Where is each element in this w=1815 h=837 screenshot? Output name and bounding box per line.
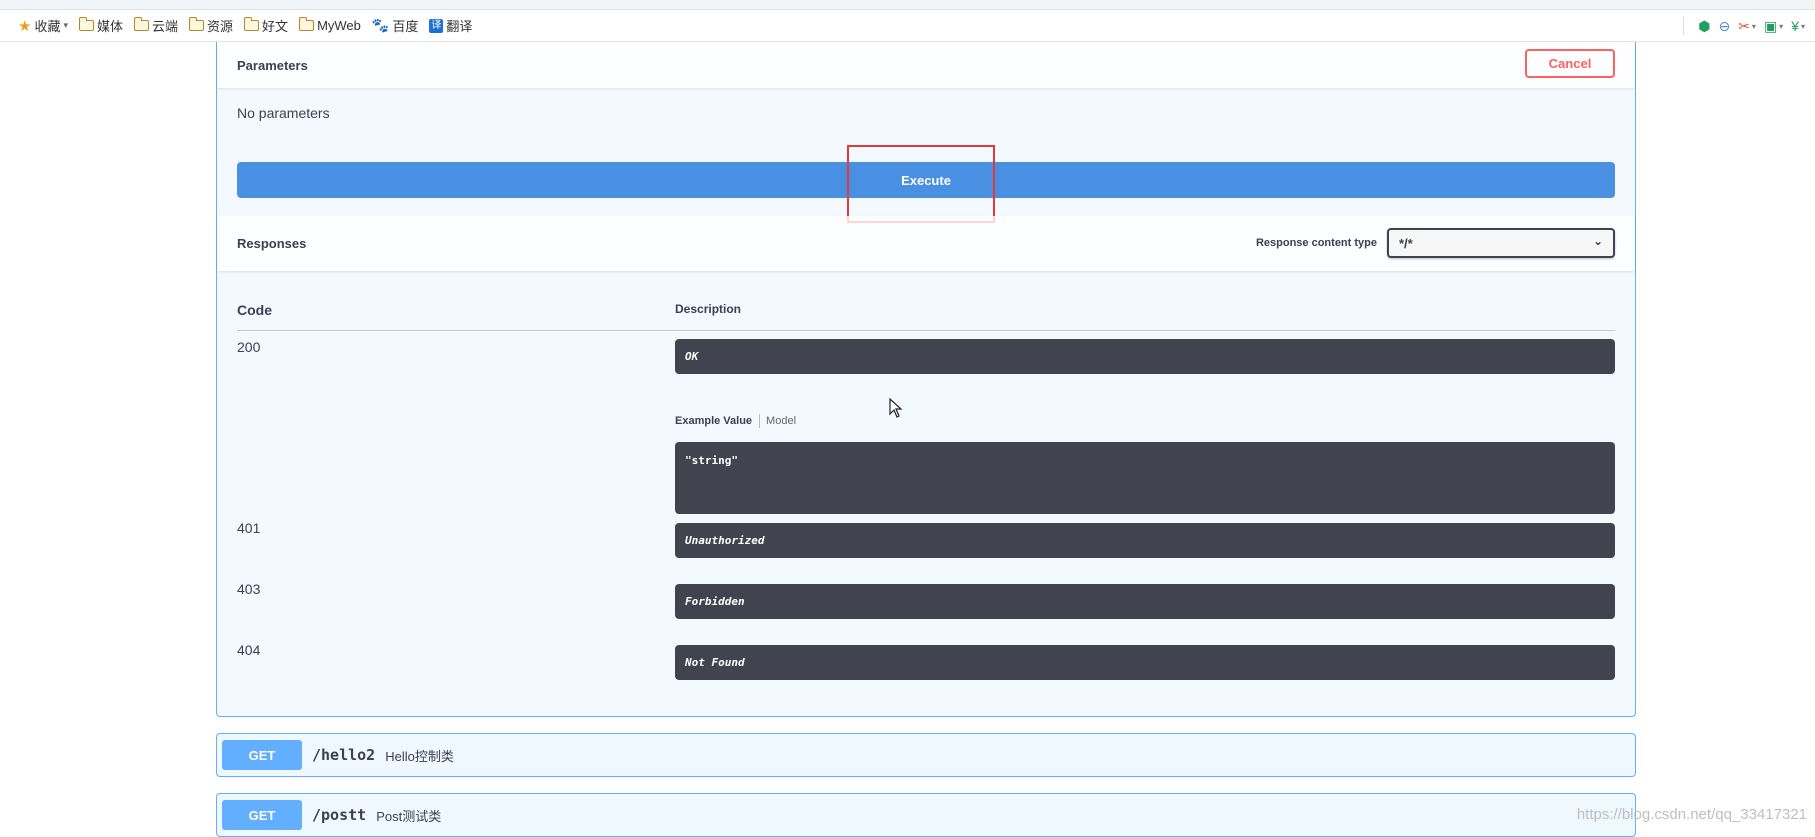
response-content-type-label: Response content type <box>1255 237 1377 249</box>
response-description-200: OK <box>675 339 1615 374</box>
folder-icon <box>298 17 315 31</box>
operation-postt[interactable]: GET /postt Post测试类 <box>216 793 1636 837</box>
responses-title: Responses <box>237 236 307 251</box>
yen-icon[interactable]: ¥ ▾ <box>1791 18 1805 34</box>
operation-summary: Hello控制类 <box>385 748 454 764</box>
tab-divider <box>759 414 761 428</box>
responses-header: Responses Response content type */* ⌄ <box>217 216 1635 271</box>
folder-icon <box>243 17 260 31</box>
folder-icon <box>188 17 205 31</box>
bookmark-favorites[interactable]: ★ 收藏 ▾ <box>18 16 68 35</box>
bookmark-label: 好文 <box>262 19 289 34</box>
response-code-200: 200 <box>237 339 261 355</box>
example-tabs: Example Value Model <box>675 414 796 428</box>
description-column-header: Description <box>675 302 742 316</box>
bookmark-label: 云端 <box>152 19 179 34</box>
selected-content-type: */* <box>1399 235 1413 251</box>
response-description-403: Forbidden <box>675 584 1615 619</box>
bookmark-label: 百度 <box>392 19 419 34</box>
baidu-paw-icon: 🐾 <box>371 17 390 33</box>
bookmark-label: 收藏 <box>34 19 61 34</box>
operation-path: /postt <box>312 806 367 824</box>
cancel-button[interactable]: Cancel <box>1525 49 1615 78</box>
operation-summary: Post测试类 <box>376 808 442 824</box>
response-content-type-select[interactable]: */* ⌄ <box>1387 228 1615 258</box>
execute-button[interactable]: Execute <box>237 162 1615 198</box>
operation-block-expanded: Parameters Cancel No parameters Execute … <box>216 42 1636 717</box>
chevron-down-icon: ⌄ <box>1592 234 1603 248</box>
model-tab[interactable]: Model <box>766 415 796 427</box>
mouse-cursor-icon <box>889 398 903 418</box>
table-header-divider <box>237 330 1615 331</box>
bookmark-translate[interactable]: 译 翻译 <box>429 16 472 35</box>
shield-icon[interactable]: ⬢ <box>1698 18 1710 35</box>
response-description-404: Not Found <box>675 645 1615 680</box>
method-badge: GET <box>222 740 302 770</box>
bookmark-label: 资源 <box>207 19 234 34</box>
bookmark-baidu[interactable]: 🐾 百度 <box>372 16 418 35</box>
example-value-code: "string" <box>675 442 1615 514</box>
star-icon: ★ <box>18 17 32 35</box>
toolbar-divider <box>1683 17 1685 35</box>
browser-tab-strip <box>0 0 1815 10</box>
folder-icon <box>78 17 94 31</box>
bookmark-articles[interactable]: 好文 <box>243 16 289 35</box>
minus-circle-icon[interactable]: ⊖ <box>1718 18 1730 35</box>
folder-icon <box>133 17 150 31</box>
bookmark-label: 翻译 <box>446 19 473 34</box>
chevron-down-icon: ▾ <box>63 20 68 30</box>
response-code-401: 401 <box>237 520 261 536</box>
no-parameters-text: No parameters <box>237 105 330 121</box>
bookmark-media[interactable]: 媒体 <box>78 16 124 35</box>
bookmark-label: MyWeb <box>317 18 361 33</box>
parameters-title: Parameters <box>237 57 308 73</box>
translate-icon: 译 <box>429 18 444 33</box>
code-column-header: Code <box>237 302 272 318</box>
response-description-401: Unauthorized <box>675 523 1615 558</box>
watermark-text: https://blog.csdn.net/qq_33417321 <box>1576 806 1807 823</box>
example-value-tab[interactable]: Example Value <box>675 415 759 427</box>
bookmark-resources[interactable]: 资源 <box>188 16 234 35</box>
bookmark-label: 媒体 <box>97 19 124 34</box>
scissors-icon[interactable]: ✂ ▾ <box>1738 18 1756 35</box>
response-code-403: 403 <box>237 581 261 597</box>
bookmark-myweb[interactable]: MyWeb <box>298 17 361 33</box>
operation-path: /hello2 <box>312 746 376 764</box>
response-code-404: 404 <box>237 642 261 658</box>
picture-icon[interactable]: ▣ ▾ <box>1764 18 1783 35</box>
operation-hello2[interactable]: GET /hello2 Hello控制类 <box>216 733 1636 777</box>
method-badge: GET <box>222 800 302 830</box>
bookmark-cloud[interactable]: 云端 <box>133 16 179 35</box>
bookmarks-bar: ★ 收藏 ▾ 媒体 云端 资源 好文 MyWeb 🐾 百度 译 翻译 <box>0 10 1815 42</box>
parameters-header: Parameters Cancel <box>217 42 1635 88</box>
browser-toolbar-icons: ⬢ ⊖ ✂ ▾ ▣ ▾ ¥ ▾ <box>1683 10 1805 42</box>
